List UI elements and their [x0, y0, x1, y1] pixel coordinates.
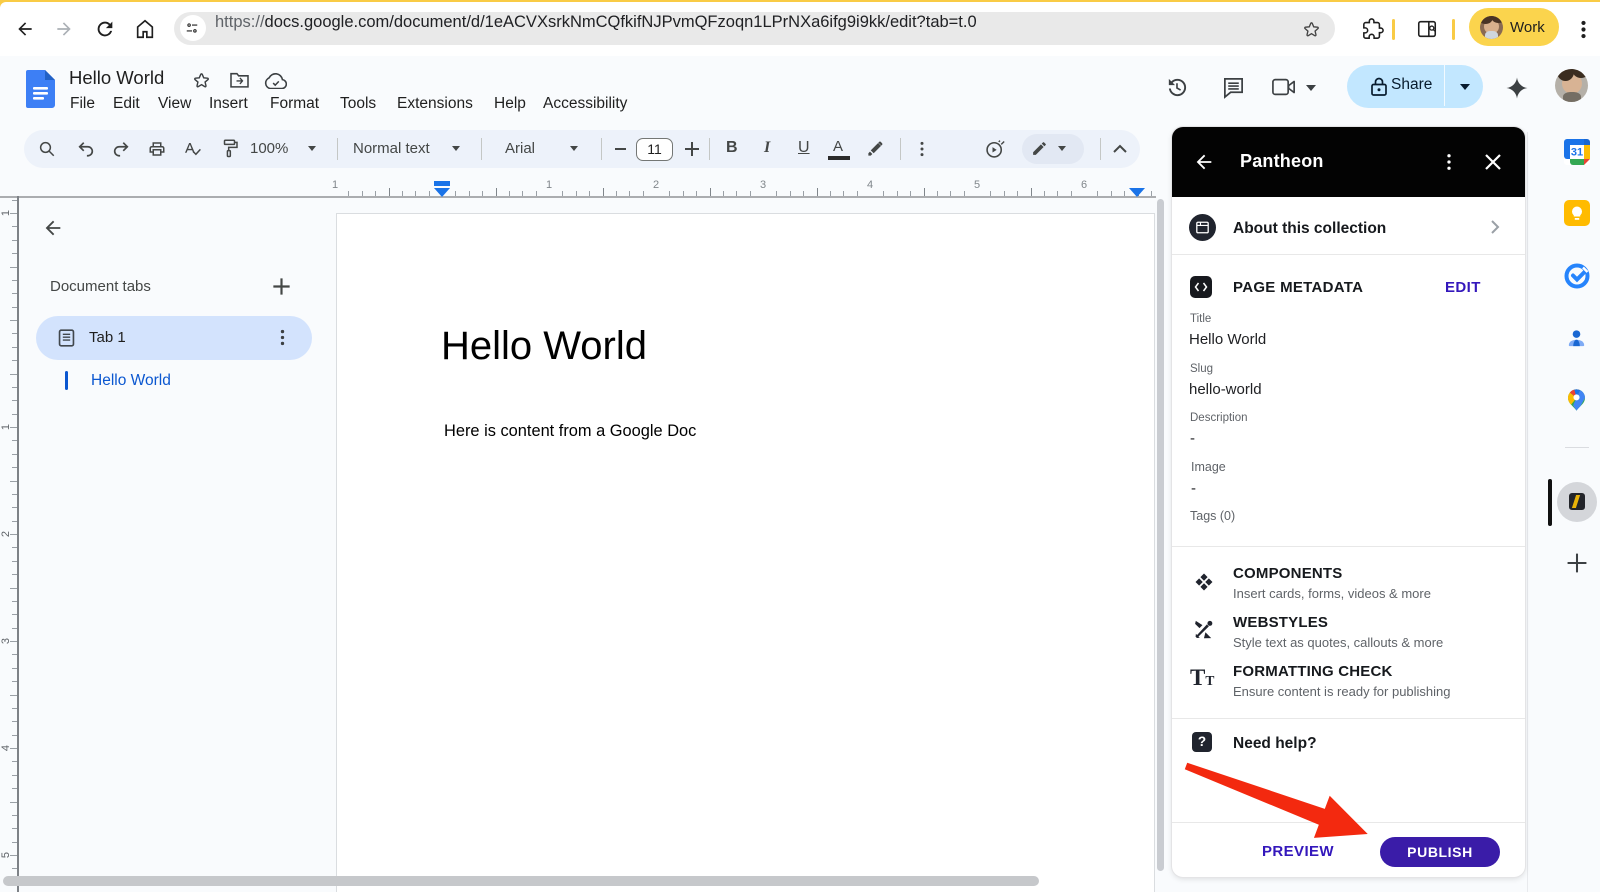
svg-text:31: 31 [1571, 147, 1583, 159]
